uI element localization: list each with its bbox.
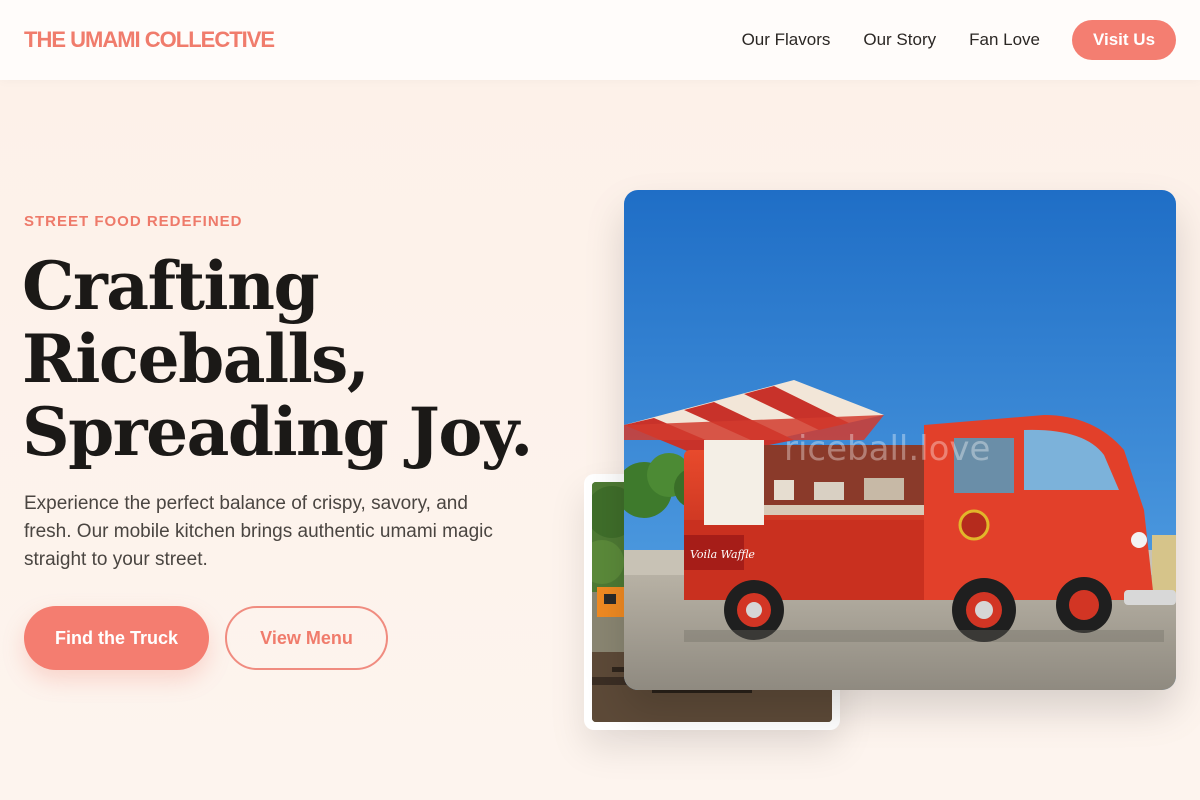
- view-menu-button[interactable]: View Menu: [225, 606, 388, 670]
- food-truck-image: Voila Waffle riceball.love: [624, 190, 1176, 690]
- headline-line-1: Crafting: [22, 247, 320, 325]
- hero-headline: Crafting Riceballs, Spreading Joy.: [22, 250, 582, 469]
- nav-link-our-flavors[interactable]: Our Flavors: [742, 30, 831, 50]
- find-the-truck-button[interactable]: Find the Truck: [24, 606, 209, 670]
- brand-logo[interactable]: THE UMAMI COLLECTIVE: [24, 27, 275, 53]
- hero-eyebrow: STREET FOOD REDEFINED: [24, 213, 243, 230]
- nav-link-our-story[interactable]: Our Story: [863, 30, 936, 50]
- headline-line-2: Riceballs,: [22, 320, 370, 398]
- hero-description: Experience the perfect balance of crispy…: [24, 493, 493, 570]
- headline-line-3: Spreading Joy.: [22, 393, 533, 471]
- photo-watermark: riceball.love: [784, 429, 990, 469]
- nav-link-fan-love[interactable]: Fan Love: [969, 30, 1040, 50]
- truck-sign-text: Voila Waffle: [690, 548, 755, 561]
- food-truck-photo: Voila Waffle riceball.love: [624, 190, 1176, 690]
- top-navigation: THE UMAMI COLLECTIVE Our Flavors Our Sto…: [0, 0, 1200, 80]
- nav-links: Our Flavors Our Story Fan Love Visit Us: [709, 20, 1176, 60]
- visit-us-button[interactable]: Visit Us: [1072, 20, 1176, 60]
